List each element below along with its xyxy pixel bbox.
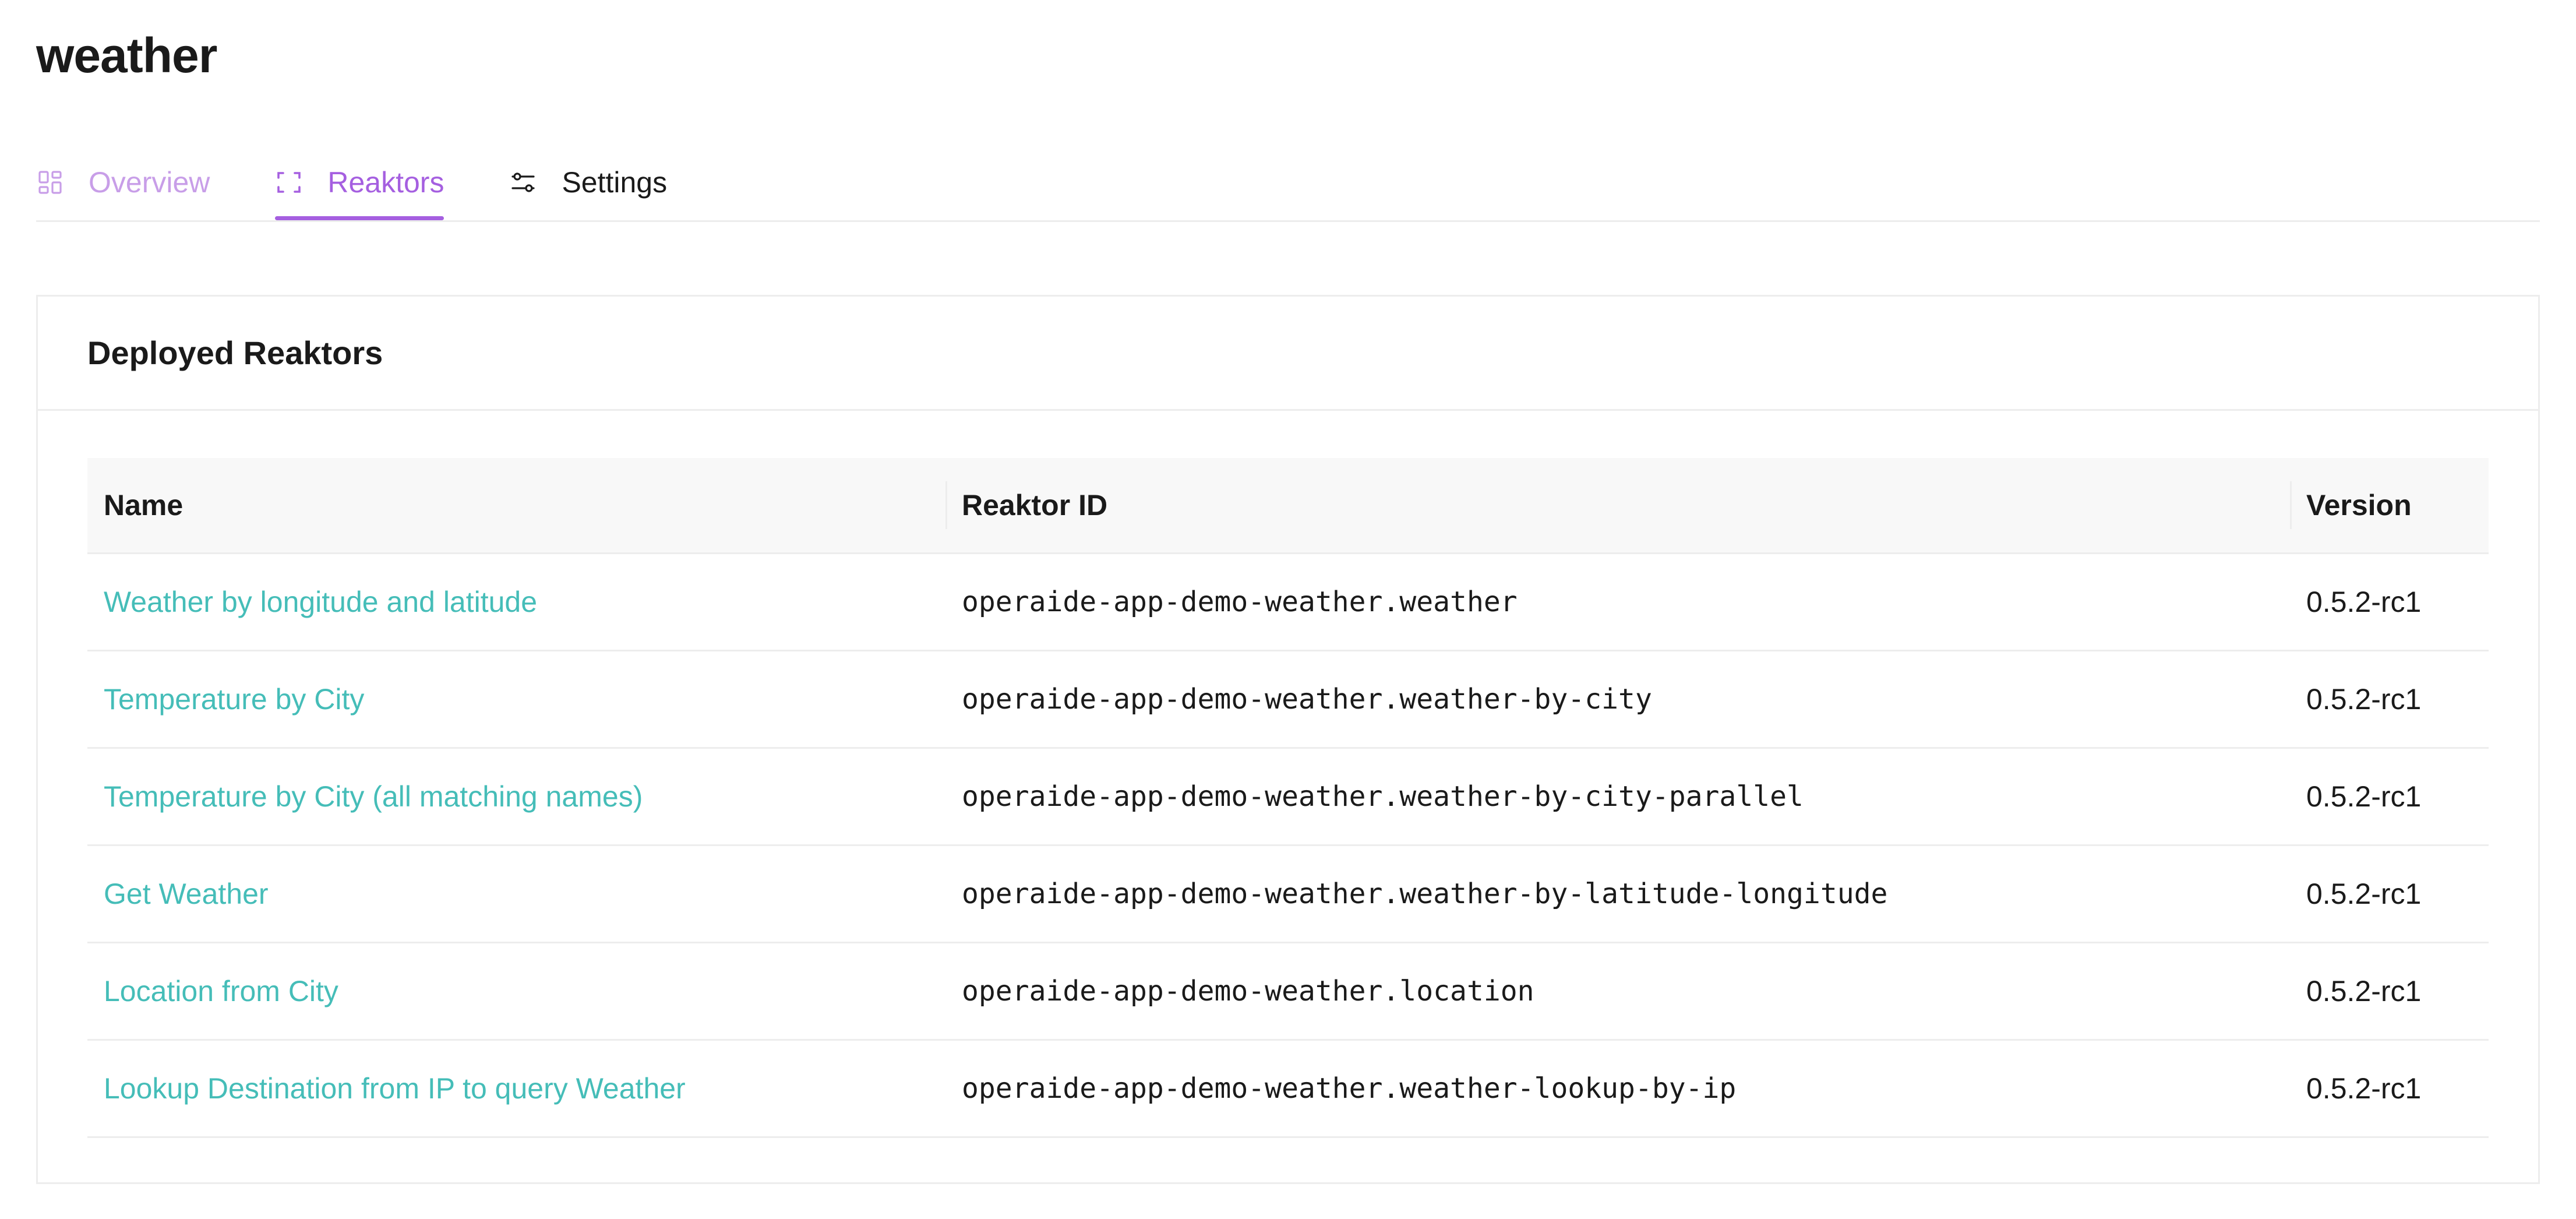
reaktor-name-link[interactable]: Get Weather <box>104 878 269 910</box>
reaktors-table: Name Reaktor ID Version Weather by longi… <box>87 458 2489 1138</box>
reaktor-name-link[interactable]: Weather by longitude and latitude <box>104 586 537 618</box>
reaktor-name-cell: Location from City <box>87 942 945 1041</box>
tab-overview-label: Overview <box>89 165 210 199</box>
tab-reaktors-label: Reaktors <box>327 165 444 199</box>
reaktor-version-cell: 0.5.2-rc1 <box>2290 845 2489 943</box>
deployed-reaktors-card: Deployed Reaktors Name Reaktor ID Versio… <box>36 295 2540 1184</box>
tab-settings[interactable]: Settings <box>509 146 667 219</box>
reaktor-version-cell: 0.5.2-rc1 <box>2290 1040 2489 1138</box>
reaktor-version-cell: 0.5.2-rc1 <box>2290 942 2489 1041</box>
sliders-icon <box>511 172 535 192</box>
reaktor-name-cell: Weather by longitude and latitude <box>87 553 945 651</box>
reaktor-name-link[interactable]: Temperature by City (all matching names) <box>104 780 643 813</box>
card-title: Deployed Reaktors <box>87 334 383 371</box>
table-row: Location from City operaide-app-demo-wea… <box>87 942 2489 1041</box>
column-header-version[interactable]: Version <box>2290 458 2489 554</box>
tab-bar: Overview Reaktors Settings <box>36 146 2540 222</box>
card-header: Deployed Reaktors <box>38 297 2538 411</box>
table-row: Get Weather operaide-app-demo-weather.we… <box>87 845 2489 943</box>
tab-settings-label: Settings <box>562 165 668 199</box>
reaktor-version-cell: 0.5.2-rc1 <box>2290 650 2489 749</box>
reaktor-version-cell: 0.5.2-rc1 <box>2290 553 2489 651</box>
tab-reaktors[interactable]: Reaktors <box>275 146 444 220</box>
reaktor-id-cell: operaide-app-demo-weather.weather-lookup… <box>945 1040 2290 1138</box>
reaktor-id-cell: operaide-app-demo-weather.weather-by-cit… <box>945 748 2290 846</box>
reaktor-id-cell: operaide-app-demo-weather.location <box>945 942 2290 1041</box>
reaktor-version-cell: 0.5.2-rc1 <box>2290 748 2489 846</box>
table-row: Temperature by City (all matching names)… <box>87 748 2489 846</box>
reaktor-name-link[interactable]: Temperature by City <box>104 683 364 716</box>
reaktor-name-cell: Temperature by City <box>87 650 945 749</box>
page-title: weather <box>36 28 217 83</box>
table-header-row: Name Reaktor ID Version <box>87 458 2489 554</box>
reaktor-name-link[interactable]: Location from City <box>104 975 338 1007</box>
reaktor-name-link[interactable]: Lookup Destination from IP to query Weat… <box>104 1072 686 1105</box>
table-row: Temperature by City operaide-app-demo-we… <box>87 650 2489 749</box>
table-row: Lookup Destination from IP to query Weat… <box>87 1040 2489 1138</box>
dashboard-icon <box>38 170 62 194</box>
column-header-reaktor-id[interactable]: Reaktor ID <box>945 458 2290 554</box>
reaktor-id-cell: operaide-app-demo-weather.weather-by-cit… <box>945 650 2290 749</box>
reaktors-table-wrapper: Name Reaktor ID Version Weather by longi… <box>87 458 2489 1138</box>
page: weather Overview Reaktors Settings Deplo… <box>0 0 2576 1219</box>
focus-frame-icon <box>277 171 301 193</box>
reaktor-name-cell: Temperature by City (all matching names) <box>87 748 945 846</box>
reaktor-id-cell: operaide-app-demo-weather.weather-by-lat… <box>945 845 2290 943</box>
table-row: Weather by longitude and latitude operai… <box>87 553 2489 651</box>
reaktor-name-cell: Lookup Destination from IP to query Weat… <box>87 1040 945 1138</box>
column-header-name[interactable]: Name <box>87 458 945 554</box>
reaktor-name-cell: Get Weather <box>87 845 945 943</box>
reaktor-id-cell: operaide-app-demo-weather.weather <box>945 553 2290 651</box>
tab-overview[interactable]: Overview <box>36 146 210 219</box>
